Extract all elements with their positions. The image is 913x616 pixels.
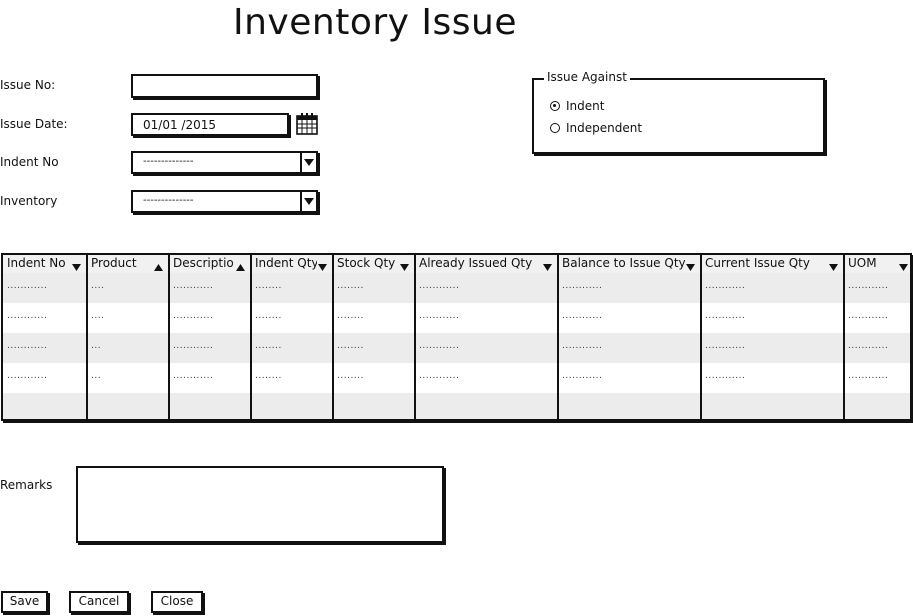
radio-selected-icon[interactable] (550, 101, 560, 111)
sort-descending-icon[interactable] (543, 260, 552, 274)
table-cell: ............ (848, 281, 889, 291)
radio-independent[interactable]: Independent (550, 121, 642, 135)
table-cell: ............ (848, 311, 889, 321)
indent-no-label: Indent No (0, 155, 59, 169)
table-cell: ............ (173, 341, 214, 351)
column-divider[interactable] (332, 255, 334, 419)
issue-no-input[interactable] (131, 74, 318, 98)
column-divider[interactable] (86, 255, 88, 419)
close-button[interactable]: Close (151, 591, 203, 613)
table-cell: .... (91, 281, 105, 291)
column-header[interactable]: UOM (848, 256, 898, 270)
table-cell: ............ (419, 341, 460, 351)
column-header[interactable]: Already Issued Qty (419, 256, 542, 270)
sort-ascending-icon[interactable] (154, 260, 163, 274)
table-cell: ........ (255, 371, 282, 381)
column-header[interactable]: Product (91, 256, 153, 270)
chevron-down-icon[interactable] (300, 153, 316, 172)
table-cell: ............ (848, 341, 889, 351)
table-row[interactable] (3, 393, 910, 419)
column-header[interactable]: Stock Qty (337, 256, 399, 270)
table-row[interactable]: ........................................… (3, 273, 910, 303)
cancel-button[interactable]: Cancel (69, 591, 129, 613)
issue-date-value: 01/01 /2015 (143, 118, 216, 132)
table-cell: ............ (419, 311, 460, 321)
sort-descending-icon[interactable] (829, 260, 838, 274)
calendar-icon[interactable] (296, 112, 318, 136)
radio-unselected-icon[interactable] (550, 123, 560, 133)
table-row[interactable]: ........................................… (3, 333, 910, 363)
indent-no-value: -------------- (143, 156, 194, 167)
sort-descending-icon[interactable] (686, 260, 695, 274)
table-cell: ... (91, 371, 102, 381)
table-cell: ............ (173, 371, 214, 381)
table-cell: ............ (7, 281, 48, 291)
table-cell: ............ (173, 281, 214, 291)
sort-descending-icon[interactable] (400, 260, 409, 274)
inventory-value: -------------- (143, 195, 194, 206)
indent-no-select[interactable]: -------------- (131, 151, 318, 174)
table-cell: ............ (705, 341, 746, 351)
page-title: Inventory Issue (233, 2, 517, 43)
table-cell: ............ (705, 281, 746, 291)
column-header[interactable]: Indent Qty (255, 256, 317, 270)
grid-header: Indent No Product Descriptio Indent Qty Stoc… (3, 255, 910, 275)
column-header[interactable]: Balance to Issue Qty (562, 256, 685, 270)
table-row[interactable]: ........................................… (3, 303, 910, 333)
chevron-down-icon[interactable] (300, 192, 316, 211)
inventory-label: Inventory (0, 194, 58, 208)
table-cell: ............ (173, 311, 214, 321)
table-cell: ........ (337, 371, 364, 381)
table-cell: ............ (7, 311, 48, 321)
radio-independent-label: Independent (566, 121, 643, 135)
table-cell: ............ (848, 371, 889, 381)
column-divider[interactable] (557, 255, 559, 419)
column-divider[interactable] (168, 255, 170, 419)
table-cell: ........ (337, 281, 364, 291)
radio-indent[interactable]: Indent (550, 99, 604, 113)
table-cell: ............ (7, 341, 48, 351)
table-cell: ........ (337, 341, 364, 351)
column-header[interactable]: Current Issue Qty (705, 256, 828, 270)
remarks-label: Remarks (0, 478, 53, 492)
table-cell: ........ (255, 311, 282, 321)
issue-items-grid[interactable]: Indent No Product Descriptio Indent Qty Stoc… (1, 253, 912, 421)
sort-ascending-icon[interactable] (236, 260, 245, 274)
issue-date-input[interactable]: 01/01 /2015 (131, 113, 289, 136)
save-button[interactable]: Save (1, 591, 48, 613)
table-cell: ........ (337, 311, 364, 321)
column-divider[interactable] (414, 255, 416, 419)
table-cell: ............ (419, 371, 460, 381)
issue-against-group: Issue Against Indent Independent (532, 70, 825, 154)
column-divider[interactable] (843, 255, 845, 419)
table-row[interactable]: ........................................… (3, 363, 910, 393)
radio-indent-label: Indent (566, 99, 605, 113)
table-cell: .... (91, 311, 105, 321)
column-header[interactable]: Indent No (7, 256, 71, 270)
sort-descending-icon[interactable] (899, 260, 908, 274)
column-header[interactable]: Descriptio (173, 256, 235, 270)
table-cell: ........ (255, 341, 282, 351)
table-cell: ............ (562, 281, 603, 291)
sort-descending-icon[interactable] (318, 260, 327, 274)
column-divider[interactable] (700, 255, 702, 419)
table-cell: ... (91, 341, 102, 351)
table-cell: ............ (562, 311, 603, 321)
issue-date-label: Issue Date: (0, 117, 68, 131)
table-cell: ............ (705, 311, 746, 321)
table-cell: ........ (255, 281, 282, 291)
inventory-select[interactable]: -------------- (131, 190, 318, 213)
column-divider[interactable] (250, 255, 252, 419)
table-cell: ............ (7, 371, 48, 381)
sort-descending-icon[interactable] (72, 260, 81, 274)
issue-no-label: Issue No: (0, 78, 56, 92)
remarks-textarea[interactable] (76, 466, 444, 543)
table-cell: ............ (562, 371, 603, 381)
table-cell: ............ (705, 371, 746, 381)
table-cell: ............ (562, 341, 603, 351)
issue-against-legend: Issue Against (544, 70, 630, 84)
table-cell: ............ (419, 281, 460, 291)
